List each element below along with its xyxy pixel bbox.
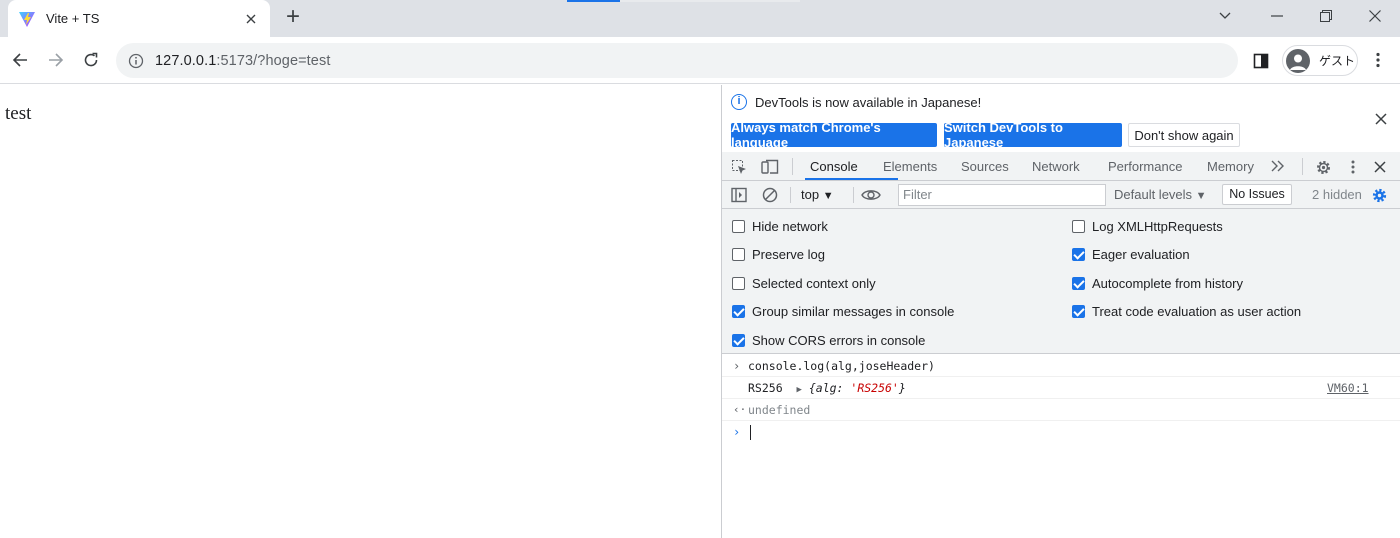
hidden-messages-count: 2 hidden bbox=[1312, 187, 1362, 202]
clear-console-icon[interactable] bbox=[761, 186, 779, 204]
console-toolbar: top ▼ Filter Default levels ▼ No Issues … bbox=[722, 181, 1400, 209]
page-text: test bbox=[5, 103, 32, 124]
console-input-row: › console.log(alg,joseHeader) bbox=[722, 355, 1400, 377]
language-infobar: i DevTools is now available in Japanese!… bbox=[722, 85, 1400, 152]
always-match-language-button[interactable]: Always match Chrome's language bbox=[731, 120, 937, 150]
console-result: undefined bbox=[748, 403, 811, 417]
tab-performance[interactable]: Performance bbox=[1108, 152, 1182, 180]
new-tab-button[interactable]: + bbox=[281, 5, 305, 30]
page-viewport: test bbox=[0, 85, 721, 538]
log-xmlhttprequests-checkbox[interactable]: Log XMLHttpRequests bbox=[1072, 219, 1223, 234]
infobar-close-icon[interactable] bbox=[1375, 109, 1387, 130]
inspect-element-icon[interactable] bbox=[730, 158, 748, 176]
browser-toolbar: 127.0.0.1:5173/?hoge=test ゲスト bbox=[0, 37, 1400, 84]
minimize-icon[interactable] bbox=[1254, 0, 1300, 32]
console-log-row: RS256 ▶ {alg: 'RS256'} VM60:1 bbox=[722, 377, 1400, 399]
infobar-message: DevTools is now available in Japanese! bbox=[755, 95, 982, 110]
eager-evaluation-checkbox[interactable]: Eager evaluation bbox=[1072, 247, 1190, 262]
tab-sources[interactable]: Sources bbox=[961, 152, 1009, 180]
switch-to-japanese-button[interactable]: Switch DevTools to Japanese bbox=[944, 120, 1122, 150]
tab-console[interactable]: Console bbox=[810, 152, 858, 180]
show-cors-errors-checkbox[interactable]: Show CORS errors in console bbox=[732, 333, 925, 348]
devtools-tab-bar: Console Elements Sources Network Perform… bbox=[722, 152, 1400, 181]
selected-context-only-checkbox[interactable]: Selected context only bbox=[732, 276, 876, 291]
sidebar-toggle-icon[interactable] bbox=[730, 186, 748, 204]
tab-elements[interactable]: Elements bbox=[883, 152, 937, 180]
tab-close-icon[interactable] bbox=[242, 10, 260, 28]
prompt-chevron-icon: › bbox=[733, 425, 741, 439]
browser-tab[interactable]: Vite + TS bbox=[8, 0, 270, 37]
restore-icon[interactable] bbox=[1303, 0, 1349, 32]
input-chevron-icon: › bbox=[733, 359, 741, 373]
back-arrow-icon[interactable] bbox=[8, 48, 32, 72]
console-output: › console.log(alg,joseHeader) RS256 ▶ {a… bbox=[722, 355, 1400, 538]
profile-label: ゲスト bbox=[1319, 54, 1356, 68]
group-similar-checkbox[interactable]: Group similar messages in console bbox=[732, 304, 954, 319]
close-devtools-icon[interactable] bbox=[1372, 158, 1388, 176]
treat-evaluation-checkbox[interactable]: Treat code evaluation as user action bbox=[1072, 304, 1301, 319]
issues-button[interactable]: No Issues bbox=[1222, 184, 1292, 205]
avatar bbox=[1286, 48, 1310, 73]
context-selector[interactable]: top ▼ bbox=[801, 187, 834, 202]
result-arrow-icon: ‹· bbox=[733, 403, 747, 416]
browser-menu-icon[interactable] bbox=[1366, 48, 1390, 72]
tab-progress-indicator bbox=[567, 0, 620, 2]
autocomplete-history-checkbox[interactable]: Autocomplete from history bbox=[1072, 276, 1243, 291]
forward-arrow-icon[interactable] bbox=[44, 48, 68, 72]
devtools-menu-icon[interactable] bbox=[1346, 158, 1360, 176]
live-expression-eye-icon[interactable] bbox=[860, 187, 882, 203]
dropdown-arrow-icon: ▼ bbox=[822, 190, 834, 202]
settings-gear-icon[interactable] bbox=[1314, 158, 1332, 176]
preserve-log-checkbox[interactable]: Preserve log bbox=[732, 247, 825, 262]
side-panel-icon[interactable] bbox=[1249, 49, 1273, 73]
hide-network-checkbox[interactable]: Hide network bbox=[732, 219, 828, 234]
dont-show-again-button[interactable]: Don't show again bbox=[1128, 123, 1240, 147]
tab-search-chevron-icon[interactable] bbox=[1202, 0, 1248, 32]
address-bar[interactable]: 127.0.0.1:5173/?hoge=test bbox=[116, 43, 1238, 78]
tab-network[interactable]: Network bbox=[1032, 152, 1080, 180]
device-toolbar-icon[interactable] bbox=[760, 158, 780, 176]
console-prompt-input[interactable] bbox=[748, 425, 751, 440]
profile-button[interactable]: ゲスト bbox=[1282, 45, 1358, 76]
info-icon: i bbox=[731, 94, 747, 110]
url-text: 127.0.0.1:5173/?hoge=test bbox=[155, 52, 331, 69]
site-info-icon[interactable] bbox=[128, 53, 144, 69]
tab-memory[interactable]: Memory bbox=[1207, 152, 1254, 180]
text-caret bbox=[750, 425, 751, 440]
log-value: RS256 bbox=[748, 381, 783, 395]
expand-triangle-icon[interactable]: ▶ bbox=[796, 385, 801, 395]
log-object[interactable]: {alg: 'RS256'} bbox=[809, 381, 906, 395]
tab-title: Vite + TS bbox=[46, 11, 100, 26]
close-window-icon[interactable] bbox=[1352, 0, 1398, 32]
console-settings-panel: Hide network Preserve log Selected conte… bbox=[722, 209, 1400, 354]
more-tabs-chevron-icon[interactable] bbox=[1270, 158, 1286, 174]
console-settings-gear-icon[interactable] bbox=[1370, 186, 1388, 204]
console-command: console.log(alg,joseHeader) bbox=[748, 359, 935, 373]
console-result-row: ‹· undefined bbox=[722, 399, 1400, 421]
log-source-link[interactable]: VM60:1 bbox=[1327, 381, 1369, 395]
console-prompt-row[interactable]: › bbox=[722, 421, 1400, 443]
reload-icon[interactable] bbox=[79, 48, 103, 72]
tab-strip: Vite + TS + bbox=[0, 0, 1400, 37]
vite-logo-icon bbox=[19, 11, 35, 27]
log-levels-dropdown[interactable]: Default levels ▼ bbox=[1114, 187, 1207, 202]
devtools-panel: i DevTools is now available in Japanese!… bbox=[722, 85, 1400, 538]
console-filter-input[interactable]: Filter bbox=[898, 184, 1106, 206]
